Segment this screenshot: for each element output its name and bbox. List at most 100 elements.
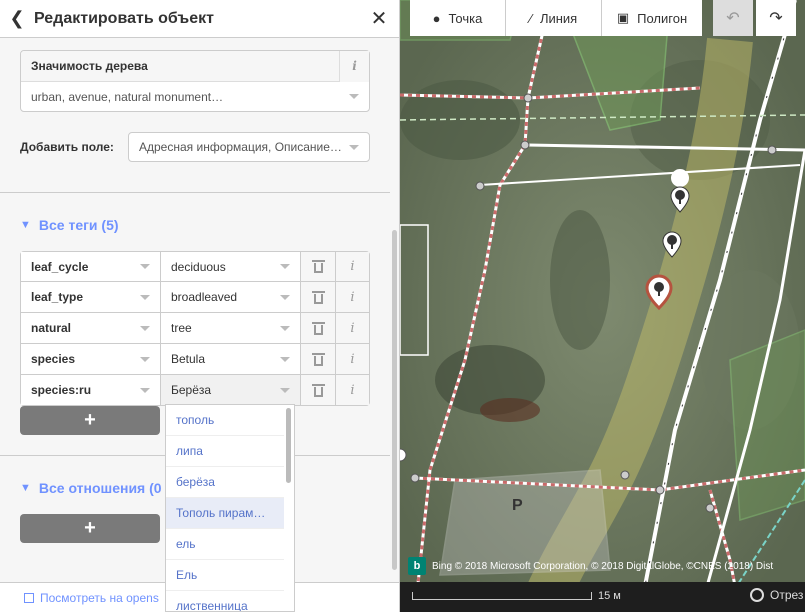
dropdown-option[interactable]: Ель [166, 560, 284, 591]
trash-icon [311, 383, 325, 397]
chevron-down-icon: ▼ [20, 219, 31, 231]
significance-combo[interactable]: urban, avenue, natural monument… [21, 82, 369, 111]
chevron-down-icon: ▼ [20, 482, 31, 494]
tag-key-input[interactable]: species:ru [21, 375, 161, 405]
add-tag-button[interactable]: + [20, 406, 160, 435]
tag-key-input[interactable]: natural [21, 313, 161, 343]
trash-icon [311, 290, 325, 304]
map-imagery[interactable] [400, 0, 805, 612]
trash-icon [311, 352, 325, 366]
add-field-label: Добавить поле: [20, 140, 114, 154]
bing-logo-icon: b [408, 557, 426, 575]
add-relation-button[interactable]: + [20, 514, 160, 543]
add-polygon-button[interactable]: ▣ Полигон [602, 0, 702, 36]
clock-icon [750, 588, 764, 602]
measure-control[interactable]: Отрез [750, 588, 803, 602]
tag-value-input[interactable]: tree [161, 313, 301, 343]
chevron-down-icon[interactable] [140, 325, 150, 331]
dropdown-scrollbar[interactable] [286, 408, 291, 483]
map-canvas[interactable]: P [400, 0, 805, 612]
divider [0, 192, 390, 193]
delete-tag-button[interactable] [301, 252, 336, 281]
page-title: Редактировать объект [34, 9, 214, 27]
chevron-down-icon[interactable] [140, 356, 150, 362]
table-row: species:ru Берёза i [20, 375, 370, 406]
chevron-down-icon[interactable] [280, 294, 290, 300]
dropdown-option[interactable]: ель [166, 529, 284, 560]
parking-label: P [512, 497, 523, 514]
close-icon[interactable]: ✕ [359, 6, 399, 31]
add-field-row: Добавить поле: Адресная информация, Опис… [20, 132, 370, 162]
dropdown-option[interactable]: тополь [166, 405, 284, 436]
add-field-combo[interactable]: Адресная информация, Описание… [128, 132, 370, 162]
info-icon[interactable]: i [336, 344, 369, 374]
chevron-down-icon[interactable] [280, 325, 290, 331]
sidebar: ❮ Редактировать объект ✕ Значимость дере… [0, 0, 400, 612]
tag-value-input[interactable]: deciduous [161, 252, 301, 281]
map-pin-icon: ● [432, 10, 441, 26]
trash-icon [311, 321, 325, 335]
info-icon[interactable]: i [336, 252, 369, 281]
polygon-icon: ▣ [616, 10, 630, 25]
table-row: species Betula i [20, 344, 370, 375]
tag-value-input[interactable]: Берёза [161, 375, 301, 405]
view-on-osm-link[interactable]: Посмотреть на opens [40, 591, 159, 605]
delete-tag-button[interactable] [301, 344, 336, 374]
info-icon[interactable]: i [336, 375, 369, 405]
dropdown-option[interactable]: липа [166, 436, 284, 467]
external-link-icon [24, 592, 34, 603]
tag-key-input[interactable]: leaf_type [21, 282, 161, 312]
delete-tag-button[interactable] [301, 282, 336, 312]
tag-table: leaf_cycle deciduous i leaf_type broadle… [20, 251, 370, 406]
inspector-header: ❮ Редактировать объект ✕ [0, 0, 399, 38]
delete-tag-button[interactable] [301, 313, 336, 343]
undo-button[interactable]: ↶ [713, 0, 753, 36]
chevron-down-icon[interactable] [280, 356, 290, 362]
all-relations-title: Все отношения (0 [38, 480, 162, 496]
chevron-down-icon[interactable] [280, 264, 290, 269]
field-label: Значимость дерева [31, 59, 148, 73]
sidebar-scrollbar[interactable] [392, 230, 397, 570]
add-point-button[interactable]: ● Точка [410, 0, 506, 36]
all-relations-toggle[interactable]: ▼ Все отношения (0 [20, 480, 162, 496]
table-row: leaf_type broadleaved i [20, 282, 370, 313]
info-icon[interactable]: i [336, 282, 369, 312]
chevron-down-icon[interactable] [349, 94, 359, 99]
significance-value[interactable]: urban, avenue, natural monument… [31, 90, 349, 104]
all-tags-title: Все теги (5) [38, 217, 119, 233]
add-field-value[interactable]: Адресная информация, Описание… [139, 140, 349, 154]
map-toolbar: ● Точка ∕ Линия ▣ Полигон [410, 0, 702, 38]
chevron-down-icon[interactable] [349, 144, 359, 150]
imagery-attribution[interactable]: b Bing © 2018 Microsoft Corporation, © 2… [408, 555, 773, 577]
dropdown-option[interactable]: лиственница [166, 591, 284, 611]
line-icon: ∕ [529, 10, 532, 26]
chevron-down-icon[interactable] [140, 294, 150, 300]
scale-bar [412, 592, 592, 600]
trash-icon [311, 260, 325, 273]
all-tags-toggle[interactable]: ▼ Все теги (5) [20, 217, 119, 233]
chevron-down-icon[interactable] [140, 264, 150, 269]
chevron-down-icon[interactable] [140, 387, 150, 393]
info-icon[interactable]: i [339, 50, 369, 82]
undo-icon: ↶ [726, 10, 740, 27]
tag-value-input[interactable]: Betula [161, 344, 301, 374]
tree-significance-field: Значимость дерева i urban, avenue, natur… [20, 50, 370, 112]
tag-key-input[interactable]: species [21, 344, 161, 374]
table-row: natural tree i [20, 313, 370, 344]
dropdown-option[interactable]: Тополь пирам… [166, 498, 284, 529]
delete-tag-button[interactable] [301, 375, 336, 405]
dropdown-option[interactable]: берёза [166, 467, 284, 498]
redo-icon: ↷ [769, 10, 783, 27]
tag-key-input[interactable]: leaf_cycle [21, 252, 161, 281]
redo-button[interactable]: ↷ [756, 0, 796, 36]
scale-label: 15 м [598, 590, 621, 602]
table-row: leaf_cycle deciduous i [20, 251, 370, 282]
chevron-left-icon[interactable]: ❮ [0, 8, 34, 29]
species-dropdown: тополь липа берёза Тополь пирам… ель Ель… [165, 404, 295, 612]
add-line-button[interactable]: ∕ Линия [506, 0, 602, 36]
chevron-down-icon[interactable] [280, 387, 290, 393]
tag-value-input[interactable]: broadleaved [161, 282, 301, 312]
info-icon[interactable]: i [336, 313, 369, 343]
field-label-row: Значимость дерева i [21, 50, 369, 82]
map-footer: 15 м Отрез [400, 582, 805, 612]
